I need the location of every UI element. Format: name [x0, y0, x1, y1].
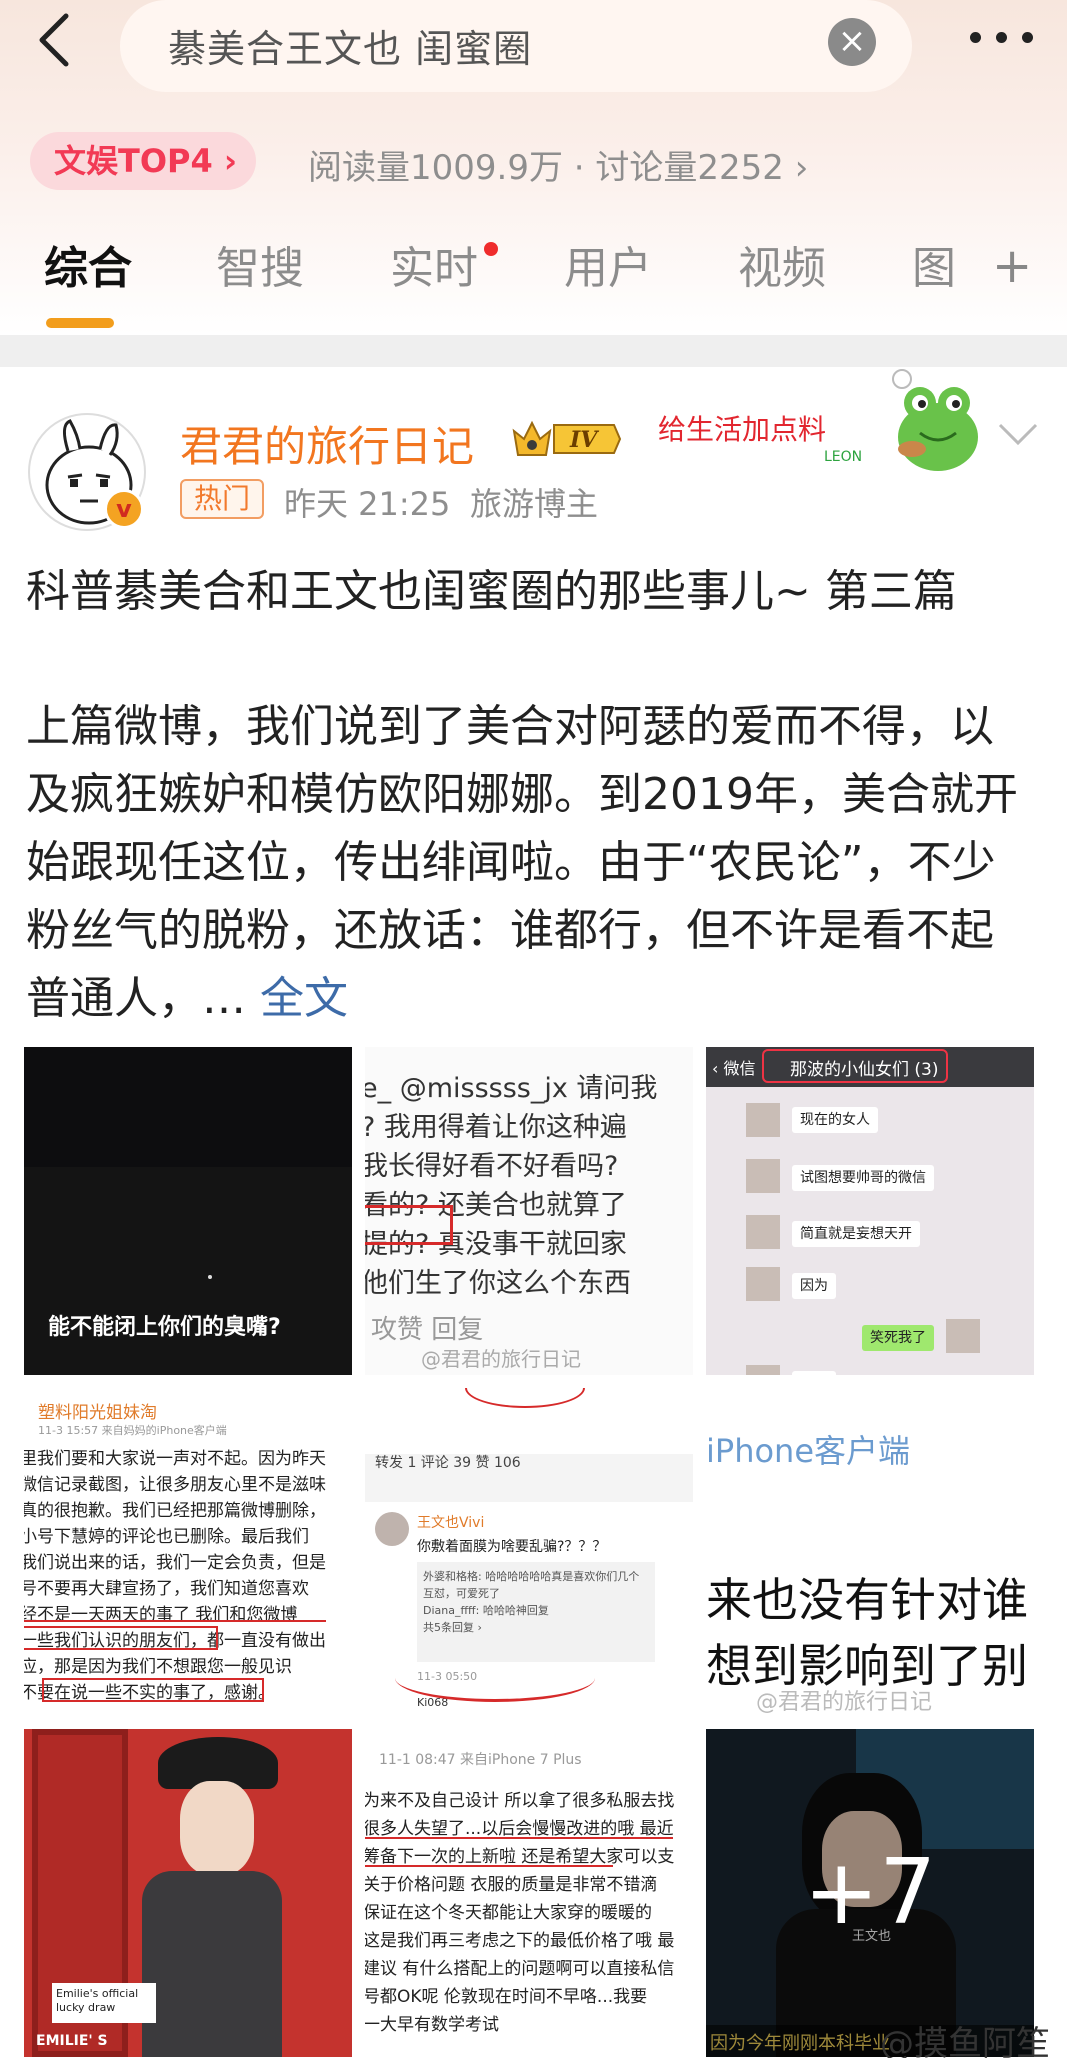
image-text-line: 关于价格问题 衣服的质量是非常不错滴 [365, 1875, 658, 1895]
level-text: IV [569, 427, 599, 453]
username[interactable]: 君君的旅行日记 [180, 413, 474, 474]
topic-stats[interactable]: 阅读量1009.9万 · 讨论量2252 › [308, 140, 808, 189]
grid-image-6[interactable]: iPhone客户端 来也没有针对谁 想到影响到了别 @君君的旅行日记 [706, 1388, 1034, 1716]
search-header: 綦美合王文也 闺蜜圈 × 文娱TOP4 › 阅读量1009.9万 · 讨论量22… [0, 0, 1067, 335]
grid-image-1[interactable]: 能不能闭上你们的臭嘴? [24, 1047, 352, 1375]
verified-icon: v [104, 489, 144, 529]
image-text-line: 建议 有什么搭配上的问题啊可以直接私信 [365, 1959, 675, 1979]
svg-text:LEON: LEON [824, 449, 862, 465]
full-text-link[interactable]: 全文 [260, 973, 348, 1024]
image-text-line: 他们生了你这么个东西 [365, 1268, 631, 1299]
image-watermark: @君君的旅行日记 [421, 1347, 581, 1371]
more-images-count[interactable]: +7 [706, 1729, 1034, 2057]
highlight-box [365, 1205, 453, 1245]
image-text-line: 号不要再大肆宣扬了，我们知道您喜欢 [24, 1579, 309, 1599]
image-text-line: 我们说出来的话，我们一定会负责，但是 [24, 1553, 326, 1573]
add-tab-icon[interactable]: + [992, 238, 1032, 294]
tab-smart-search[interactable]: 智搜 [216, 232, 304, 296]
tab-videos[interactable]: 视频 [738, 232, 826, 296]
hot-tag: 热门 [180, 479, 264, 519]
clear-icon[interactable]: × [828, 18, 876, 66]
image-reply: 外婆和格格: 哈哈哈哈哈哈真是喜欢你们几个互怼，可爱死了 [423, 1570, 640, 1600]
post-title: 科普綦美合和王文也闺蜜圈的那些事儿~ 第三篇 [26, 566, 957, 617]
post-card: v 君君的旅行日记 IV 热门 昨天 21:25 旅游博主 给生活加点料 LEO… [0, 367, 1067, 2058]
chat-message: 因为 [792, 1273, 836, 1299]
grid-image-3[interactable]: ‹ 微信 那波的小仙女们 (3) 现在的女人 试图想要帅哥的微信 简直就是妄想天… [706, 1047, 1034, 1375]
image-text-line: 小号下慧婷的评论也已删除。最后我们 [24, 1527, 309, 1547]
image-footer: 攻赞 回复 [371, 1315, 484, 1345]
sticker-text: 给生活加点料 LEON [656, 395, 876, 465]
chat-title: 那波的小仙女们 (3) [790, 1060, 939, 1080]
chat-message: 笑死我了 [862, 1325, 934, 1351]
back-icon[interactable] [30, 10, 90, 70]
grid-image-9[interactable]: 王文也 因为今年刚刚本科毕业 +7 [706, 1729, 1034, 2057]
image-watermark: @君君的旅行日记 [756, 1690, 933, 1715]
image-text-line: ? 我用得着让你这种遍 [365, 1112, 627, 1143]
image-text-line: e_ @misssss_jx 请问我 [365, 1073, 658, 1104]
tab-comprehensive[interactable]: 综合 [44, 232, 132, 296]
image-tabs: 转发 1 评论 39 赞 106 [375, 1455, 521, 1471]
image-text-line: 真的很抱歉。我们已经把那篇微博删除， [24, 1501, 326, 1521]
level-badge: IV [510, 417, 622, 461]
grid-image-2[interactable]: e_ @misssss_jx 请问我 ? 我用得着让你这种遍 我长得好看不好看吗… [365, 1047, 693, 1375]
image-card: Emilie's official lucky draw [52, 1983, 156, 2023]
post-body: 上篇微博，我们说到了美合对阿瑟的爱而不得，以及疯狂嫉妒和模仿欧阳娜娜。到2019… [26, 693, 1036, 1033]
image-text-line: iPhone客户端 [706, 1432, 911, 1470]
grid-image-8[interactable]: 11-1 08:47 来自iPhone 7 Plus 为来不及自己设计 所以拿了… [365, 1729, 693, 2057]
image-text-line: 保证在这个冬天都能让大家穿的暖暖的 [365, 1903, 652, 1923]
chat-back: ‹ 微信 [712, 1059, 756, 1078]
chat-message: 帅哥 [792, 1371, 836, 1375]
section-divider [0, 335, 1067, 367]
image-text-line: 里我们要和大家说一声对不起。因为昨天 [24, 1449, 326, 1469]
image-comment: 你敷着面膜为啥要乱骗?？？？ [417, 1539, 607, 1555]
more-icon[interactable] [968, 18, 1038, 58]
image-title: 塑料阳光姐妹淘 [38, 1403, 157, 1423]
post-text: 上篇微博，我们说到了美合对阿瑟的爱而不得，以及疯狂嫉妒和模仿欧阳娜娜。到2019… [26, 701, 1018, 1024]
tab-realtime[interactable]: 实时 [390, 232, 478, 296]
corner-watermark: @摸鱼阿笙 [880, 2024, 1050, 2058]
top-rank-badge[interactable]: 文娱TOP4 › [30, 132, 256, 190]
image-text-line: 为来不及自己设计 所以拿了很多私服去找 [365, 1791, 675, 1811]
tab-users[interactable]: 用户 [564, 232, 652, 296]
image-text-line: 我长得好看不好看吗? [365, 1151, 619, 1182]
frog-sticker-icon [880, 367, 990, 477]
grid-image-7[interactable]: Emilie's official lucky draw EMILIE' S [24, 1729, 352, 2057]
image-header: 11-1 08:47 来自iPhone 7 Plus [379, 1752, 582, 1768]
post-time: 昨天 21:25 [284, 485, 451, 523]
image-reply: Diana_ffff: 哈哈哈神回复 [423, 1604, 549, 1617]
image-caption: 能不能闭上你们的臭嘴? [48, 1315, 281, 1340]
image-text-line: 应，那是因为我们不想跟您一般见识 [24, 1657, 292, 1677]
image-text-line: 微信记录截图，让很多朋友心里不是滋味 [24, 1475, 326, 1495]
search-input[interactable]: 綦美合王文也 闺蜜圈 × [120, 0, 912, 92]
image-label: EMILIE' S [36, 2033, 108, 2049]
image-user: 王文也Vivi [417, 1515, 485, 1531]
image-subtitle: 11-3 15:57 来自妈妈的iPhone客户端 [38, 1424, 227, 1437]
tab-bar: 综合 智搜 实时 用户 视频 图 + [0, 232, 1067, 332]
image-text-line: 这是我们再三考虑之下的最低价格了哦 最 [365, 1931, 675, 1951]
image-text-line: 一大早有数学考试 [365, 2015, 499, 2035]
chat-message: 现在的女人 [792, 1107, 878, 1133]
new-dot [484, 242, 498, 256]
chevron-down-icon[interactable] [996, 419, 1040, 449]
active-tab-indicator [46, 318, 114, 328]
image-text-line: 来也没有针对谁 [706, 1573, 1028, 1627]
tab-images[interactable]: 图 [912, 232, 956, 296]
chat-message: 简直就是妄想天开 [792, 1221, 920, 1247]
author-role: 旅游博主 [470, 485, 599, 523]
chat-message: 试图想要帅哥的微信 [792, 1165, 934, 1191]
image-reply-count: 共5条回复 › [423, 1621, 482, 1634]
topic-row: 文娱TOP4 › 阅读量1009.9万 · 讨论量2252 › [30, 130, 1040, 196]
grid-image-5[interactable]: 转发 1 评论 39 赞 106 王文也Vivi 你敷着面膜为啥要乱骗?？？？ … [365, 1388, 693, 1716]
svg-text:给生活加点料: 给生活加点料 [658, 413, 826, 446]
grid-image-4[interactable]: 塑料阳光姐妹淘 11-3 15:57 来自妈妈的iPhone客户端 里我们要和大… [24, 1388, 352, 1716]
image-text-line: 号都OK呢 伦敦现在时间不早咯...我要 [365, 1987, 648, 2007]
search-query: 綦美合王文也 闺蜜圈 [168, 27, 533, 71]
